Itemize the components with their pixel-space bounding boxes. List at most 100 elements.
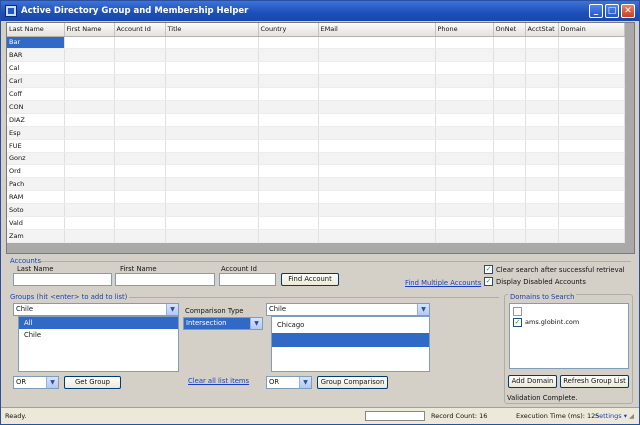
first-name-input[interactable] [115, 273, 215, 286]
table-cell[interactable] [493, 87, 526, 101]
table-cell[interactable] [435, 139, 494, 153]
table-cell[interactable] [435, 164, 494, 179]
table-cell[interactable] [493, 61, 526, 76]
table-cell[interactable] [435, 126, 494, 140]
table-row[interactable]: Gonz [7, 152, 625, 166]
table-cell[interactable] [558, 61, 625, 76]
table-cell[interactable] [435, 190, 494, 205]
table-cell[interactable] [525, 190, 559, 205]
column-header[interactable]: Title [165, 23, 259, 37]
table-cell[interactable]: Soto [7, 203, 65, 217]
table-cell[interactable] [435, 216, 494, 230]
column-header[interactable]: Last Name [7, 23, 65, 37]
table-cell[interactable] [493, 177, 526, 192]
table-row[interactable]: Bar [7, 36, 625, 50]
table-cell[interactable] [558, 152, 625, 166]
find-account-button[interactable]: Find Account [281, 273, 339, 286]
table-row[interactable]: BAR [7, 48, 625, 63]
table-cell[interactable] [114, 74, 166, 89]
table-cell[interactable] [165, 87, 259, 101]
table-cell[interactable] [64, 177, 115, 192]
table-cell[interactable] [165, 74, 259, 89]
table-cell[interactable] [258, 100, 319, 114]
table-cell[interactable] [525, 203, 559, 217]
table-cell[interactable] [525, 152, 559, 166]
chevron-down-icon[interactable]: ▼ [46, 377, 58, 388]
table-cell[interactable] [165, 190, 259, 205]
table-cell[interactable] [558, 74, 625, 89]
table-cell[interactable] [64, 229, 115, 243]
table-cell[interactable] [558, 216, 625, 230]
table-cell[interactable] [525, 74, 559, 89]
table-cell[interactable] [525, 100, 559, 114]
table-cell[interactable] [318, 74, 436, 89]
table-cell[interactable] [114, 48, 166, 63]
clear-search-checkbox[interactable]: ✓ [484, 265, 493, 274]
table-cell[interactable] [114, 61, 166, 76]
minimize-button[interactable]: _ [589, 4, 603, 18]
table-cell[interactable] [258, 152, 319, 166]
table-cell[interactable] [318, 87, 436, 101]
table-cell[interactable] [64, 190, 115, 205]
table-cell[interactable] [525, 164, 559, 179]
groups-listbox[interactable]: All Chile [18, 316, 179, 372]
table-cell[interactable] [525, 139, 559, 153]
table-cell[interactable] [318, 139, 436, 153]
add-domain-button[interactable]: Add Domain [508, 375, 557, 388]
table-cell[interactable] [435, 113, 494, 127]
table-cell[interactable]: Carl [7, 74, 65, 89]
resize-grip-icon[interactable]: ◢ [629, 412, 634, 420]
table-cell[interactable] [318, 164, 436, 179]
table-cell[interactable] [435, 36, 494, 50]
table-cell[interactable] [318, 61, 436, 76]
table-cell[interactable] [558, 87, 625, 101]
list-item[interactable]: Chicago [272, 319, 429, 331]
table-cell[interactable]: Bar [7, 36, 65, 50]
table-cell[interactable] [114, 190, 166, 205]
column-header[interactable]: Phone [435, 23, 494, 37]
table-row[interactable]: DIAZ [7, 113, 625, 127]
table-cell[interactable] [525, 126, 559, 140]
domain-checkbox[interactable]: ✓ [513, 318, 522, 327]
table-cell[interactable] [165, 100, 259, 114]
table-cell[interactable] [258, 113, 319, 127]
group-comparison-button[interactable]: Group Comparison [317, 376, 388, 389]
table-cell[interactable] [318, 126, 436, 140]
comparison-type-select[interactable]: Intersection ▼ [183, 317, 263, 330]
table-cell[interactable] [165, 48, 259, 63]
chevron-down-icon[interactable]: ▼ [299, 377, 311, 388]
table-cell[interactable] [558, 139, 625, 153]
close-button[interactable]: ✕ [621, 4, 635, 18]
table-cell[interactable] [114, 36, 166, 50]
table-cell[interactable] [525, 113, 559, 127]
table-cell[interactable] [558, 229, 625, 243]
table-cell[interactable] [258, 164, 319, 179]
results-table[interactable]: Last Name First Name Account Id Title Countr… [7, 23, 625, 243]
table-cell[interactable] [558, 190, 625, 205]
table-cell[interactable] [258, 216, 319, 230]
table-cell[interactable]: Gonz [7, 152, 65, 166]
table-cell[interactable]: FUE [7, 139, 65, 153]
clear-all-list-items-link[interactable]: Clear all list items [188, 377, 249, 385]
table-cell[interactable] [64, 36, 115, 50]
table-cell[interactable] [435, 100, 494, 114]
table-cell[interactable] [435, 152, 494, 166]
domain-checkbox[interactable] [513, 307, 522, 316]
title-bar[interactable]: Active Directory Group and Membership He… [1, 1, 639, 21]
table-cell[interactable] [165, 203, 259, 217]
find-multiple-accounts-link[interactable]: Find Multiple Accounts [405, 279, 481, 287]
table-row[interactable]: Ord [7, 164, 625, 179]
table-cell[interactable]: Coff [7, 87, 65, 101]
table-cell[interactable] [114, 113, 166, 127]
get-group-button[interactable]: Get Group [64, 376, 121, 389]
chevron-down-icon[interactable]: ▼ [250, 318, 262, 329]
table-cell[interactable] [258, 48, 319, 63]
table-cell[interactable] [318, 48, 436, 63]
table-cell[interactable] [258, 190, 319, 205]
table-cell[interactable] [493, 113, 526, 127]
table-cell[interactable] [165, 36, 259, 50]
table-cell[interactable] [165, 126, 259, 140]
table-cell[interactable] [525, 177, 559, 192]
table-cell[interactable]: RAM [7, 190, 65, 205]
last-name-input[interactable] [13, 273, 112, 286]
